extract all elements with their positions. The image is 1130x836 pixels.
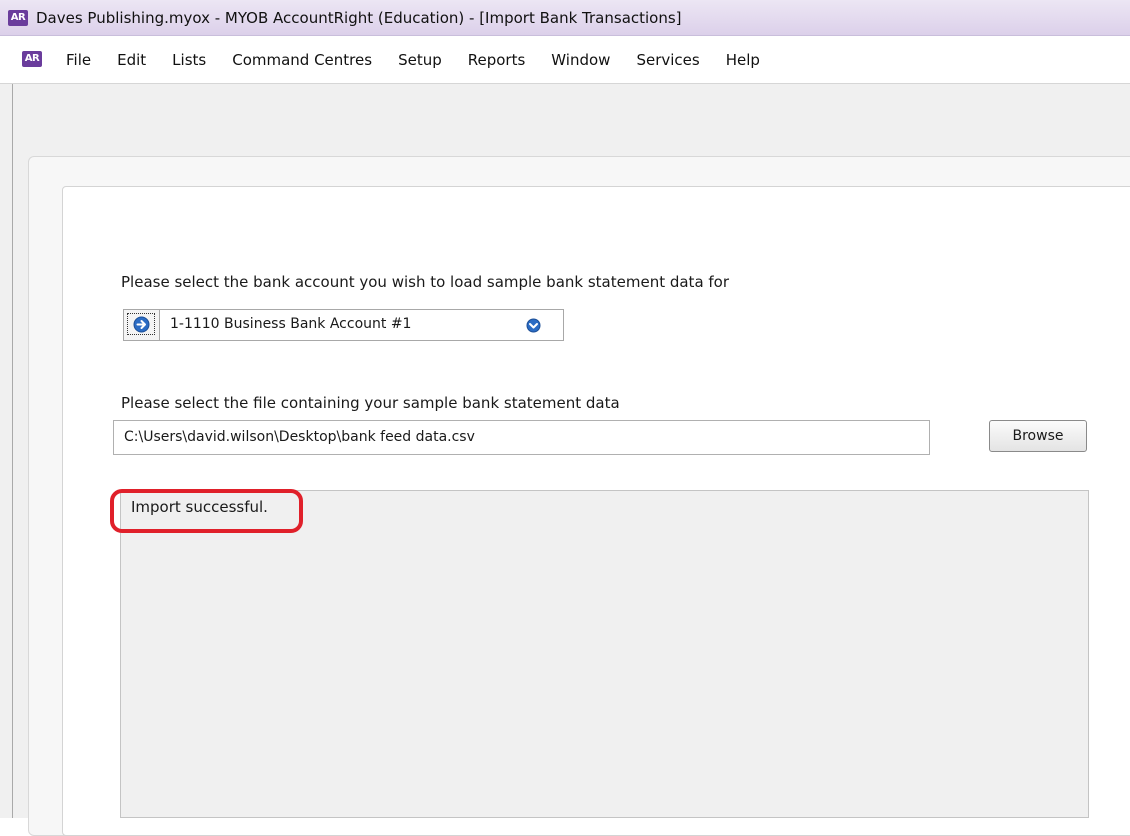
menu-help[interactable]: Help: [726, 49, 760, 71]
account-value: 1-1110 Business Bank Account #1: [170, 316, 412, 332]
menu-items: File Edit Lists Command Centres Setup Re…: [66, 36, 760, 84]
file-prompt-label: Please select the file containing your s…: [121, 394, 620, 412]
account-prompt-label: Please select the bank account you wish …: [121, 273, 730, 291]
window-title: Daves Publishing.myox - MYOB AccountRigh…: [36, 9, 682, 27]
menu-services[interactable]: Services: [636, 49, 699, 71]
file-path-input[interactable]: C:\Users\david.wilson\Desktop\bank feed …: [113, 420, 930, 455]
bank-account-selector[interactable]: 1-1110 Business Bank Account #1: [123, 309, 564, 341]
import-status-area: [120, 490, 1089, 818]
browse-button[interactable]: Browse: [989, 420, 1087, 452]
window-left-border: [12, 84, 13, 818]
menu-reports[interactable]: Reports: [468, 49, 526, 71]
menu-edit[interactable]: Edit: [117, 49, 146, 71]
status-message: Import successful.: [131, 498, 268, 516]
menu-file[interactable]: File: [66, 49, 91, 71]
menu-setup[interactable]: Setup: [398, 49, 442, 71]
title-bar[interactable]: AR Daves Publishing.myox - MYOB AccountR…: [0, 0, 1130, 36]
chevron-down-circle-icon[interactable]: [526, 318, 541, 333]
app-logo: AR: [8, 10, 28, 26]
app-menu-icon[interactable]: AR: [22, 51, 42, 67]
account-zoom-button[interactable]: [124, 310, 160, 340]
menu-bar: AR File Edit Lists Command Centres Setup…: [0, 36, 1130, 84]
menu-command-centres[interactable]: Command Centres: [232, 49, 372, 71]
arrow-right-circle-icon: [133, 316, 150, 333]
menu-lists[interactable]: Lists: [172, 49, 206, 71]
menu-window[interactable]: Window: [551, 49, 610, 71]
